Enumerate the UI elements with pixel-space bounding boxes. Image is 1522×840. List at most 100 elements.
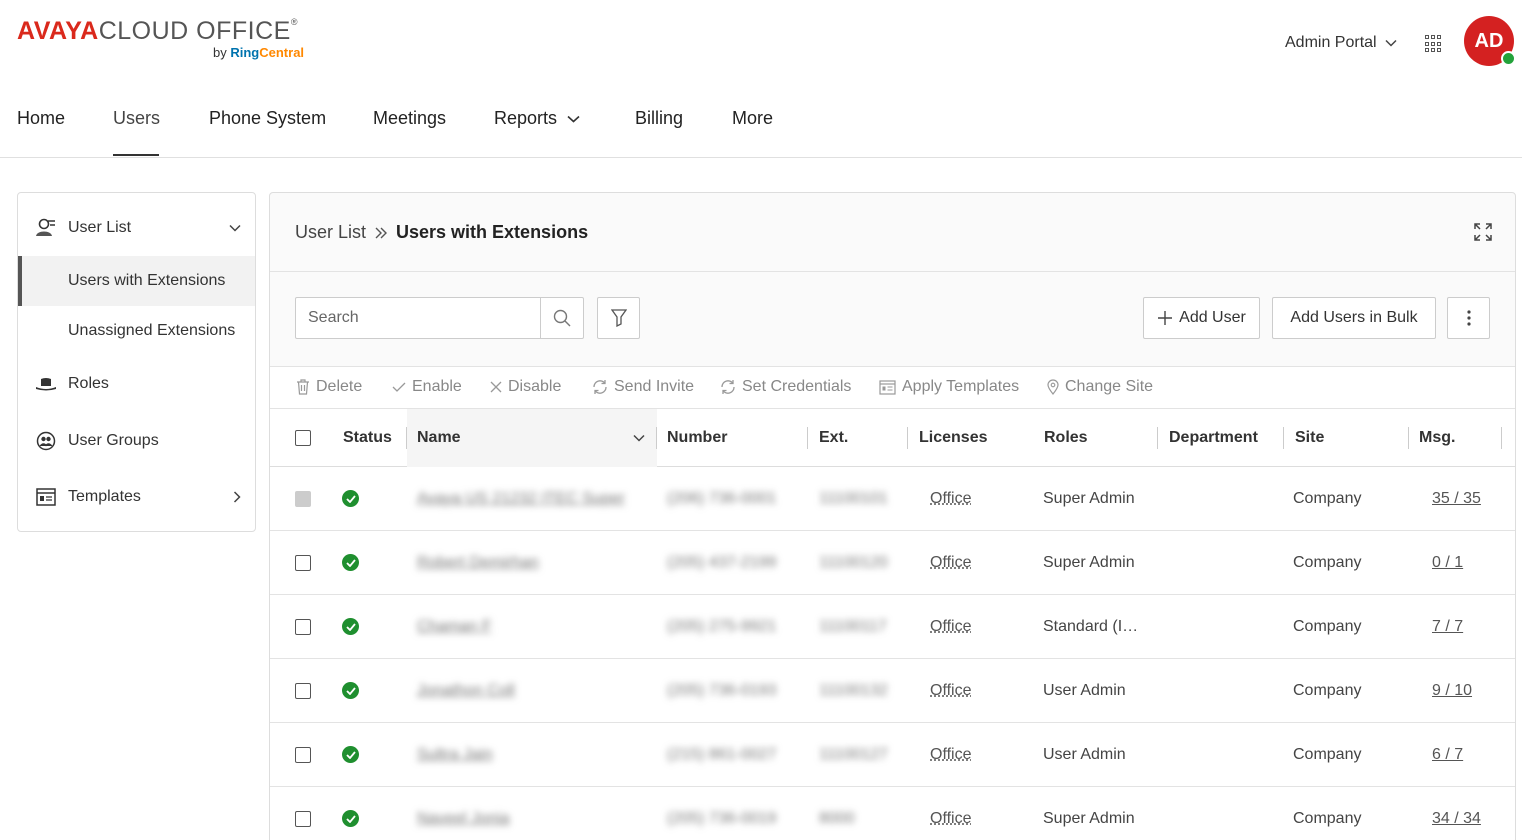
license-link[interactable]: Office	[930, 682, 972, 700]
column-msg[interactable]: Msg.	[1409, 409, 1502, 467]
filter-button[interactable]	[597, 297, 640, 339]
table-row[interactable]: Robert Demirhan (205) 437-2199 11100120 …	[270, 531, 1515, 595]
delete-action[interactable]: Delete	[296, 378, 362, 396]
row-checkbox[interactable]	[295, 618, 311, 635]
enable-action[interactable]: Enable	[392, 378, 462, 396]
sidebar-item-user-list[interactable]: User List	[18, 204, 255, 252]
user-name-link[interactable]: Chaman F	[417, 618, 492, 636]
sidebar-item-unassigned-extensions[interactable]: Unassigned Extensions	[18, 306, 255, 356]
user-group-icon	[35, 430, 57, 452]
column-roles-label: Roles	[1044, 429, 1088, 446]
table-row[interactable]: Jonathon Coll (205) 736-0193 11100132 Of…	[270, 659, 1515, 723]
more-options-button[interactable]	[1447, 297, 1490, 339]
column-department-label: Department	[1169, 429, 1258, 446]
status-enabled-icon	[342, 554, 359, 571]
avatar[interactable]: AD	[1464, 16, 1516, 66]
column-licenses[interactable]: Licenses	[908, 409, 1033, 467]
brand-logo[interactable]: AVAYACLOUD OFFICE® by RingCentral	[17, 17, 304, 60]
plus-icon	[1158, 311, 1173, 325]
user-list-icon	[35, 217, 57, 239]
sidebar-item-label: Templates	[68, 488, 141, 505]
license-link[interactable]: Office	[930, 618, 972, 636]
msg-count-link[interactable]: 0 / 1	[1432, 554, 1463, 572]
user-name-link[interactable]: Sultra Jain	[417, 746, 493, 764]
template-icon	[879, 379, 896, 395]
nav-billing[interactable]: Billing	[635, 108, 683, 129]
sidebar-item-user-groups[interactable]: User Groups	[18, 417, 255, 465]
column-roles[interactable]: Roles	[1033, 409, 1158, 467]
breadcrumb-parent[interactable]: User List	[295, 222, 366, 243]
msg-count-link[interactable]: 35 / 35	[1432, 490, 1481, 508]
send-invite-action[interactable]: Send Invite	[592, 378, 694, 396]
column-licenses-label: Licenses	[919, 429, 988, 446]
license-link[interactable]: Office	[930, 554, 972, 572]
nav-more[interactable]: More	[732, 108, 773, 129]
nav-phone-system[interactable]: Phone System	[209, 108, 326, 129]
apply-templates-action[interactable]: Apply Templates	[879, 378, 1019, 396]
table-row[interactable]: Sultra Jain (215) 861-0027 11100127 Offi…	[270, 723, 1515, 787]
row-checkbox[interactable]	[295, 682, 311, 699]
disable-action[interactable]: Disable	[490, 378, 561, 396]
column-number[interactable]: Number	[657, 409, 808, 467]
main-panel: User List Users with Extensions Add User…	[269, 192, 1516, 840]
change-site-action[interactable]: Change Site	[1047, 378, 1153, 396]
more-vertical-icon	[1466, 310, 1471, 326]
user-name-link[interactable]: Robert Demirhan	[417, 554, 539, 572]
table-row[interactable]: Avaya US 21232 ITEC Super (206) 736-0001…	[270, 467, 1515, 531]
sidebar-item-label: Roles	[68, 375, 109, 392]
table-row[interactable]: Naveel Jonia (205) 736-0019 8000 Office …	[270, 787, 1515, 840]
sidebar-item-users-with-extensions[interactable]: Users with Extensions	[18, 256, 255, 306]
msg-count-link[interactable]: 6 / 7	[1432, 746, 1463, 764]
set-credentials-action[interactable]: Set Credentials	[720, 378, 851, 396]
column-department[interactable]: Department	[1158, 409, 1284, 467]
add-user-label: Add User	[1179, 309, 1246, 326]
column-site[interactable]: Site	[1284, 409, 1409, 467]
license-link[interactable]: Office	[930, 810, 972, 828]
column-name[interactable]: Name	[407, 409, 657, 467]
column-ext-label: Ext.	[819, 429, 849, 446]
sidebar-item-roles[interactable]: Roles	[18, 360, 255, 408]
column-status[interactable]: Status	[343, 409, 407, 467]
license-link[interactable]: Office	[930, 746, 972, 764]
nav-home[interactable]: Home	[17, 108, 65, 129]
nav-meetings[interactable]: Meetings	[373, 108, 446, 129]
expand-icon[interactable]	[1473, 222, 1493, 242]
sidebar-item-templates[interactable]: Templates	[18, 473, 255, 521]
row-checkbox[interactable]	[295, 810, 311, 827]
search-button[interactable]	[540, 298, 583, 338]
user-number: (205) 437-2199	[667, 553, 777, 571]
add-users-in-bulk-label: Add Users in Bulk	[1290, 309, 1418, 326]
nav-reports[interactable]: Reports	[494, 108, 580, 129]
app-launcher-icon[interactable]	[1425, 35, 1443, 53]
refresh-icon	[593, 380, 607, 394]
status-enabled-icon	[342, 810, 359, 827]
user-site: Company	[1293, 489, 1362, 507]
search-input[interactable]	[296, 298, 542, 338]
table-row[interactable]: Chaman F (205) 275-9921 11100117 Office …	[270, 595, 1515, 659]
nav-phone-system-label: Phone System	[209, 108, 327, 128]
user-site: Company	[1293, 681, 1362, 699]
user-ext: 11100117	[819, 617, 887, 635]
column-site-label: Site	[1295, 429, 1325, 446]
user-name-link[interactable]: Jonathon Coll	[417, 682, 515, 700]
row-checkbox[interactable]	[295, 554, 311, 571]
license-link[interactable]: Office	[930, 490, 972, 508]
user-ext: 8000	[819, 809, 855, 827]
status-enabled-icon	[342, 746, 359, 763]
user-name-link[interactable]: Naveel Jonia	[417, 810, 510, 828]
msg-count-link[interactable]: 34 / 34	[1432, 810, 1481, 828]
msg-count-link[interactable]: 9 / 10	[1432, 682, 1472, 700]
admin-portal-dropdown[interactable]: Admin Portal	[1285, 34, 1397, 52]
msg-count-link[interactable]: 7 / 7	[1432, 618, 1463, 636]
nav-users[interactable]: Users	[113, 108, 160, 129]
add-user-button[interactable]: Add User	[1143, 297, 1260, 339]
select-all-checkbox[interactable]	[295, 430, 311, 446]
presence-indicator	[1501, 51, 1516, 66]
row-checkbox[interactable]	[295, 746, 311, 763]
column-ext[interactable]: Ext.	[808, 409, 908, 467]
set-credentials-label: Set Credentials	[742, 378, 852, 395]
apply-templates-label: Apply Templates	[902, 378, 1020, 395]
add-users-in-bulk-button[interactable]: Add Users in Bulk	[1272, 297, 1436, 339]
toolbar: Add User Add Users in Bulk	[270, 273, 1515, 366]
user-name-link[interactable]: Avaya US 21232 ITEC Super	[417, 490, 625, 508]
